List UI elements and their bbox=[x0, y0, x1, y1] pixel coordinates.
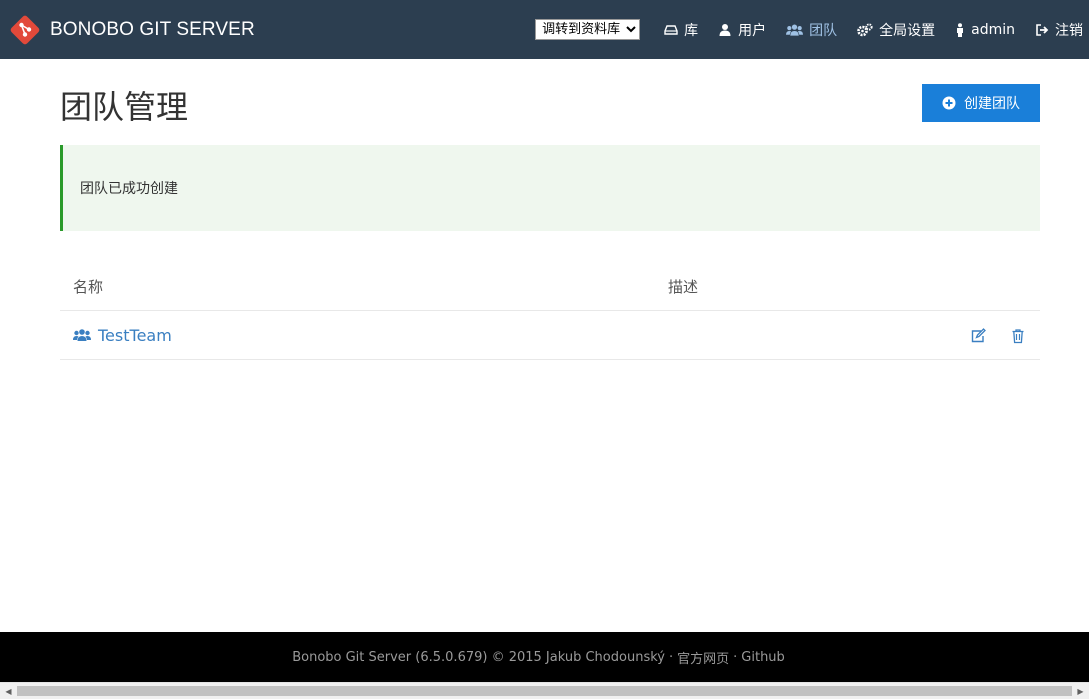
top-navbar: BONOBO GIT SERVER 调转到资料库 库 用户 团队 全局设置 ad… bbox=[0, 0, 1089, 59]
horizontal-scrollbar[interactable]: ◀ ▶ bbox=[0, 682, 1089, 699]
footer-copyright: Bonobo Git Server (6.5.0.679) © 2015 Jak… bbox=[292, 649, 665, 665]
users-icon bbox=[786, 24, 804, 36]
nav-logout[interactable]: 注销 bbox=[1025, 0, 1089, 59]
hdd-icon bbox=[664, 24, 678, 35]
trash-icon[interactable] bbox=[1010, 328, 1026, 344]
sign-out-icon bbox=[1036, 23, 1049, 36]
brand[interactable]: BONOBO GIT SERVER bbox=[9, 14, 255, 46]
nav-logout-label: 注销 bbox=[1055, 22, 1083, 39]
nav-users-label: 用户 bbox=[738, 22, 767, 39]
nav-teams[interactable]: 团队 bbox=[776, 0, 847, 59]
nav-teams-label: 团队 bbox=[809, 22, 838, 39]
users-icon bbox=[73, 329, 91, 341]
teams-table: 名称 描述 TestTeam bbox=[60, 262, 1040, 360]
nav-global-settings[interactable]: 全局设置 bbox=[847, 0, 945, 59]
footer-separator: · bbox=[668, 649, 674, 665]
table-row: TestTeam bbox=[60, 311, 1040, 360]
create-team-label: 创建团队 bbox=[964, 96, 1020, 112]
nav-repositories[interactable]: 库 bbox=[654, 0, 708, 59]
edit-icon[interactable] bbox=[970, 327, 986, 344]
success-alert-text: 团队已成功创建 bbox=[80, 181, 178, 197]
scrollbar-thumb[interactable] bbox=[17, 686, 1072, 696]
team-name: TestTeam bbox=[98, 325, 172, 345]
plus-circle-icon bbox=[942, 96, 956, 110]
table-header: 名称 描述 bbox=[60, 262, 1040, 311]
main-nav: 调转到资料库 库 用户 团队 全局设置 admin 注销 bbox=[535, 0, 1089, 59]
row-actions bbox=[946, 311, 1026, 360]
page-title: 团队管理 bbox=[60, 88, 189, 126]
nav-admin-label: admin bbox=[971, 21, 1015, 38]
nav-users[interactable]: 用户 bbox=[708, 0, 776, 59]
gears-icon bbox=[857, 22, 873, 36]
person-icon bbox=[957, 22, 964, 37]
footer-separator: · bbox=[733, 649, 738, 665]
scroll-right-arrow-icon[interactable]: ▶ bbox=[1072, 683, 1089, 699]
user-icon bbox=[719, 23, 731, 36]
create-team-button[interactable]: 创建团队 bbox=[922, 84, 1040, 122]
nav-global-settings-label: 全局设置 bbox=[879, 22, 936, 39]
repository-jump-select[interactable]: 调转到资料库 bbox=[535, 19, 641, 40]
team-link[interactable]: TestTeam bbox=[60, 326, 172, 345]
nav-admin[interactable]: admin bbox=[945, 0, 1025, 59]
official-site-link[interactable]: 官方网页 bbox=[677, 648, 729, 667]
nav-repositories-label: 库 bbox=[684, 22, 699, 39]
brand-title: BONOBO GIT SERVER bbox=[50, 18, 255, 40]
column-header-description[interactable]: 描述 bbox=[668, 276, 698, 297]
column-header-name[interactable]: 名称 bbox=[60, 276, 668, 297]
github-link[interactable]: Github bbox=[741, 650, 785, 665]
footer: Bonobo Git Server (6.5.0.679) © 2015 Jak… bbox=[0, 632, 1089, 682]
scroll-left-arrow-icon[interactable]: ◀ bbox=[0, 683, 17, 699]
success-alert: 团队已成功创建 bbox=[60, 145, 1040, 231]
git-logo-icon bbox=[10, 15, 40, 44]
